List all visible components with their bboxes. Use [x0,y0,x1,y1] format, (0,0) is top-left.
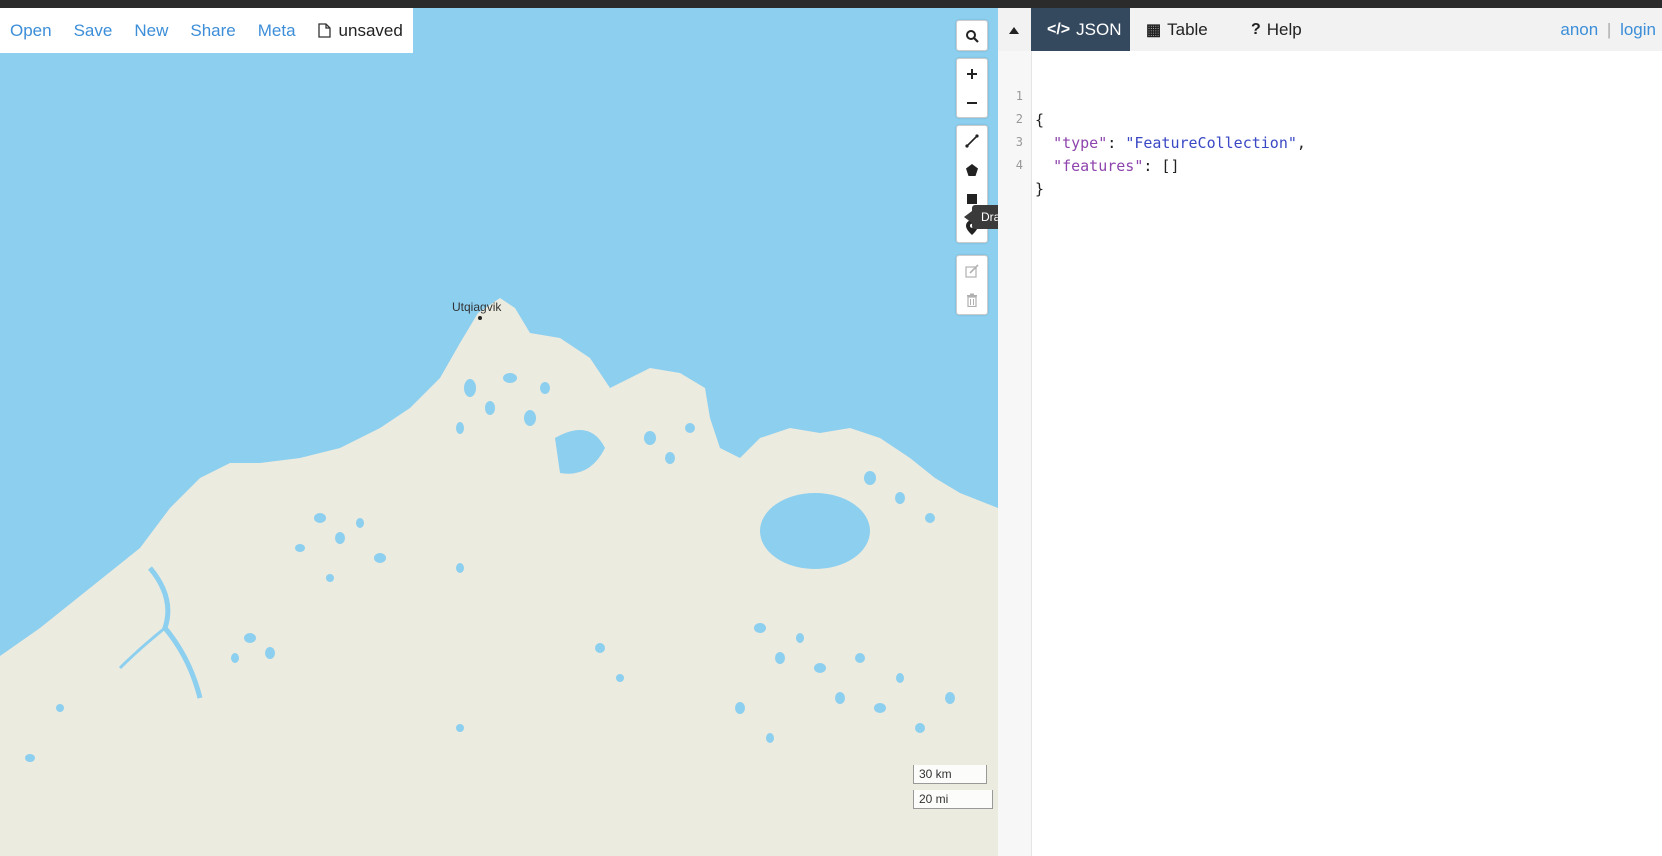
edit-layers-icon [965,263,979,278]
search-button[interactable] [957,21,987,50]
map-view[interactable]: Utqiagvik Open Save New Share Meta unsav… [0,8,998,856]
place-marker-dot [478,316,482,320]
draw-polygon-button[interactable] [957,155,987,184]
login-link[interactable]: login [1620,20,1656,39]
save-menu-item[interactable]: Save [74,21,113,41]
place-label: Utqiagvik [452,300,502,314]
window-top-bar [0,0,1662,8]
tab-table-label: Table [1167,19,1208,39]
file-menu: Open Save New Share Meta unsaved [0,8,413,53]
new-menu-item[interactable]: New [134,21,168,41]
meta-menu-item[interactable]: Meta [258,21,296,41]
draw-polygon-tooltip: Draw a polygon [963,205,998,229]
tab-json[interactable]: </> JSON [1031,8,1130,51]
editor-pane: </> JSON ▦ Table ? Help anon | login 1 {… [998,8,1662,856]
draw-line-icon [965,133,979,148]
search-control [956,20,988,51]
zoom-out-button[interactable] [957,88,987,117]
collapse-pane-button[interactable] [998,8,1030,51]
land-area [0,298,998,856]
auth-separator: | [1606,20,1612,39]
code-text: } [1035,180,1045,198]
zoom-control [956,58,988,118]
code-line: 2 "type": "FeatureCollection", [998,83,1306,152]
tab-table[interactable]: ▦ Table [1130,8,1235,51]
file-icon [317,23,331,38]
share-menu-item[interactable]: Share [190,21,235,41]
table-icon: ▦ [1146,21,1162,39]
code-text: "features": [] [1053,157,1180,175]
json-editor[interactable]: 1 { 2 "type": "FeatureCollection", 3 "fe… [998,51,1662,856]
draw-rectangle-icon [966,193,978,205]
line-number: 4 [1015,158,1023,172]
document-name[interactable]: unsaved [317,20,403,41]
code-line: 3 "features": [] [998,106,1180,175]
zoom-in-icon [966,68,978,80]
auth-links: anon | login [1560,20,1656,40]
scale-km: 30 km [913,765,987,784]
draw-polygon-icon [965,163,979,177]
caret-up-icon [1009,21,1019,39]
lake-large [760,493,870,569]
zoom-in-button[interactable] [957,59,987,88]
code-line: 1 { [998,60,1052,129]
edit-toolbar [956,255,988,315]
tab-help[interactable]: ? Help [1235,8,1327,51]
terrain-layer [0,298,998,856]
open-menu-item[interactable]: Open [10,21,52,41]
code-line: 4 } [998,129,1052,198]
scale-mi: 20 mi [913,790,993,809]
document-name-label: unsaved [338,20,403,40]
anon-link[interactable]: anon [1560,20,1598,39]
tab-json-label: JSON [1076,19,1122,39]
delete-layers-icon [966,293,978,307]
code-text: "type": "FeatureCollection", [1053,134,1306,152]
delete-layers-button[interactable] [957,285,987,314]
code-icon: </> [1047,20,1071,38]
help-icon: ? [1251,20,1261,38]
tab-bar: </> JSON ▦ Table ? Help anon | login [998,8,1662,51]
search-icon [965,29,979,43]
tab-help-label: Help [1266,19,1302,39]
edit-layers-button[interactable] [957,256,987,285]
zoom-out-icon [966,97,978,109]
draw-line-button[interactable] [957,126,987,155]
